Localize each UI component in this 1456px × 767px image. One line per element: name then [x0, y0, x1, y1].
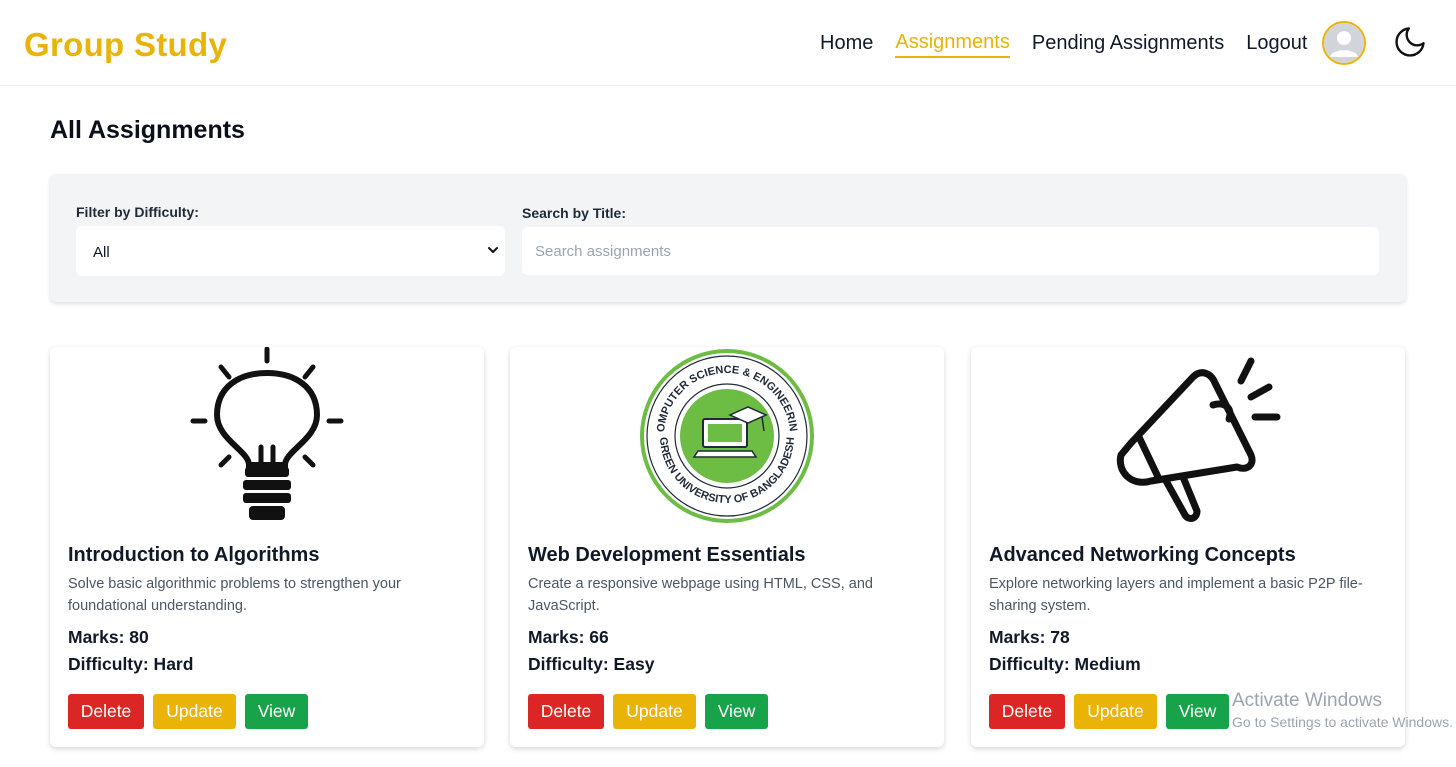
megaphone-icon: [1116, 357, 1281, 522]
delete-button[interactable]: Delete: [989, 694, 1065, 729]
card-marks: Marks: 80: [68, 627, 149, 647]
page-title: All Assignments: [50, 116, 245, 144]
update-button[interactable]: Update: [613, 694, 696, 729]
card-difficulty: Difficulty: Easy: [528, 654, 655, 674]
card-marks: Marks: 78: [989, 627, 1070, 647]
card-title: Web Development Essentials: [528, 544, 806, 566]
card-title: Introduction to Algorithms: [68, 544, 320, 566]
chevron-down-icon: [488, 247, 498, 253]
card-difficulty: Difficulty: Hard: [68, 654, 194, 674]
card-image: [50, 347, 484, 525]
card-description: Explore networking layers and implement …: [989, 576, 1363, 614]
assignment-card: Introduction to Algorithms Solve basic a…: [50, 347, 484, 747]
moon-icon: [1395, 27, 1425, 57]
card-description: Solve basic algorithmic problems to stre…: [68, 576, 401, 614]
card-marks: Marks: 66: [528, 627, 609, 647]
view-button[interactable]: View: [245, 694, 308, 729]
avatar[interactable]: [1322, 21, 1366, 65]
update-button[interactable]: Update: [153, 694, 236, 729]
card-image: COMPUTER SCIENCE & ENGINEERING GREEN UNI…: [510, 347, 944, 525]
difficulty-select[interactable]: All: [76, 226, 505, 276]
assignment-card: COMPUTER SCIENCE & ENGINEERING GREEN UNI…: [510, 347, 944, 747]
navbar: Group Study Home Assignments Pending Ass…: [0, 0, 1456, 86]
nav-logout[interactable]: Logout: [1246, 32, 1307, 57]
watermark-subtitle: Go to Settings to activate Windows.: [1232, 714, 1453, 730]
theme-toggle[interactable]: [1390, 22, 1430, 62]
card-description: Create a responsive webpage using HTML, …: [528, 576, 873, 614]
brand-logo[interactable]: Group Study: [24, 26, 227, 64]
nav-home[interactable]: Home: [820, 32, 873, 57]
card-title: Advanced Networking Concepts: [989, 544, 1296, 566]
view-button[interactable]: View: [705, 694, 768, 729]
search-input[interactable]: [522, 227, 1379, 275]
delete-button[interactable]: Delete: [68, 694, 144, 729]
difficulty-select-value: All: [93, 244, 110, 261]
filter-panel: Filter by Difficulty: All Search by Titl…: [50, 174, 1406, 302]
university-logo: COMPUTER SCIENCE & ENGINEERING GREEN UNI…: [638, 347, 814, 523]
nav-pending-assignments[interactable]: Pending Assignments: [1032, 32, 1224, 57]
assignment-card: Advanced Networking Concepts Explore net…: [971, 347, 1405, 747]
nav-links: Home Assignments Pending Assignments Log…: [820, 31, 1329, 58]
lightbulb-icon: [190, 347, 344, 520]
delete-button[interactable]: Delete: [528, 694, 604, 729]
view-button[interactable]: View: [1166, 694, 1229, 729]
card-image: [971, 347, 1405, 525]
update-button[interactable]: Update: [1074, 694, 1157, 729]
activate-windows-watermark: Activate Windows Go to Settings to activ…: [1232, 690, 1453, 732]
nav-assignments[interactable]: Assignments: [895, 31, 1010, 58]
watermark-title: Activate Windows: [1232, 690, 1382, 711]
card-difficulty: Difficulty: Medium: [989, 654, 1141, 674]
search-title-label: Search by Title:: [522, 205, 627, 221]
user-icon: [1324, 23, 1364, 63]
difficulty-filter-label: Filter by Difficulty:: [76, 204, 199, 220]
